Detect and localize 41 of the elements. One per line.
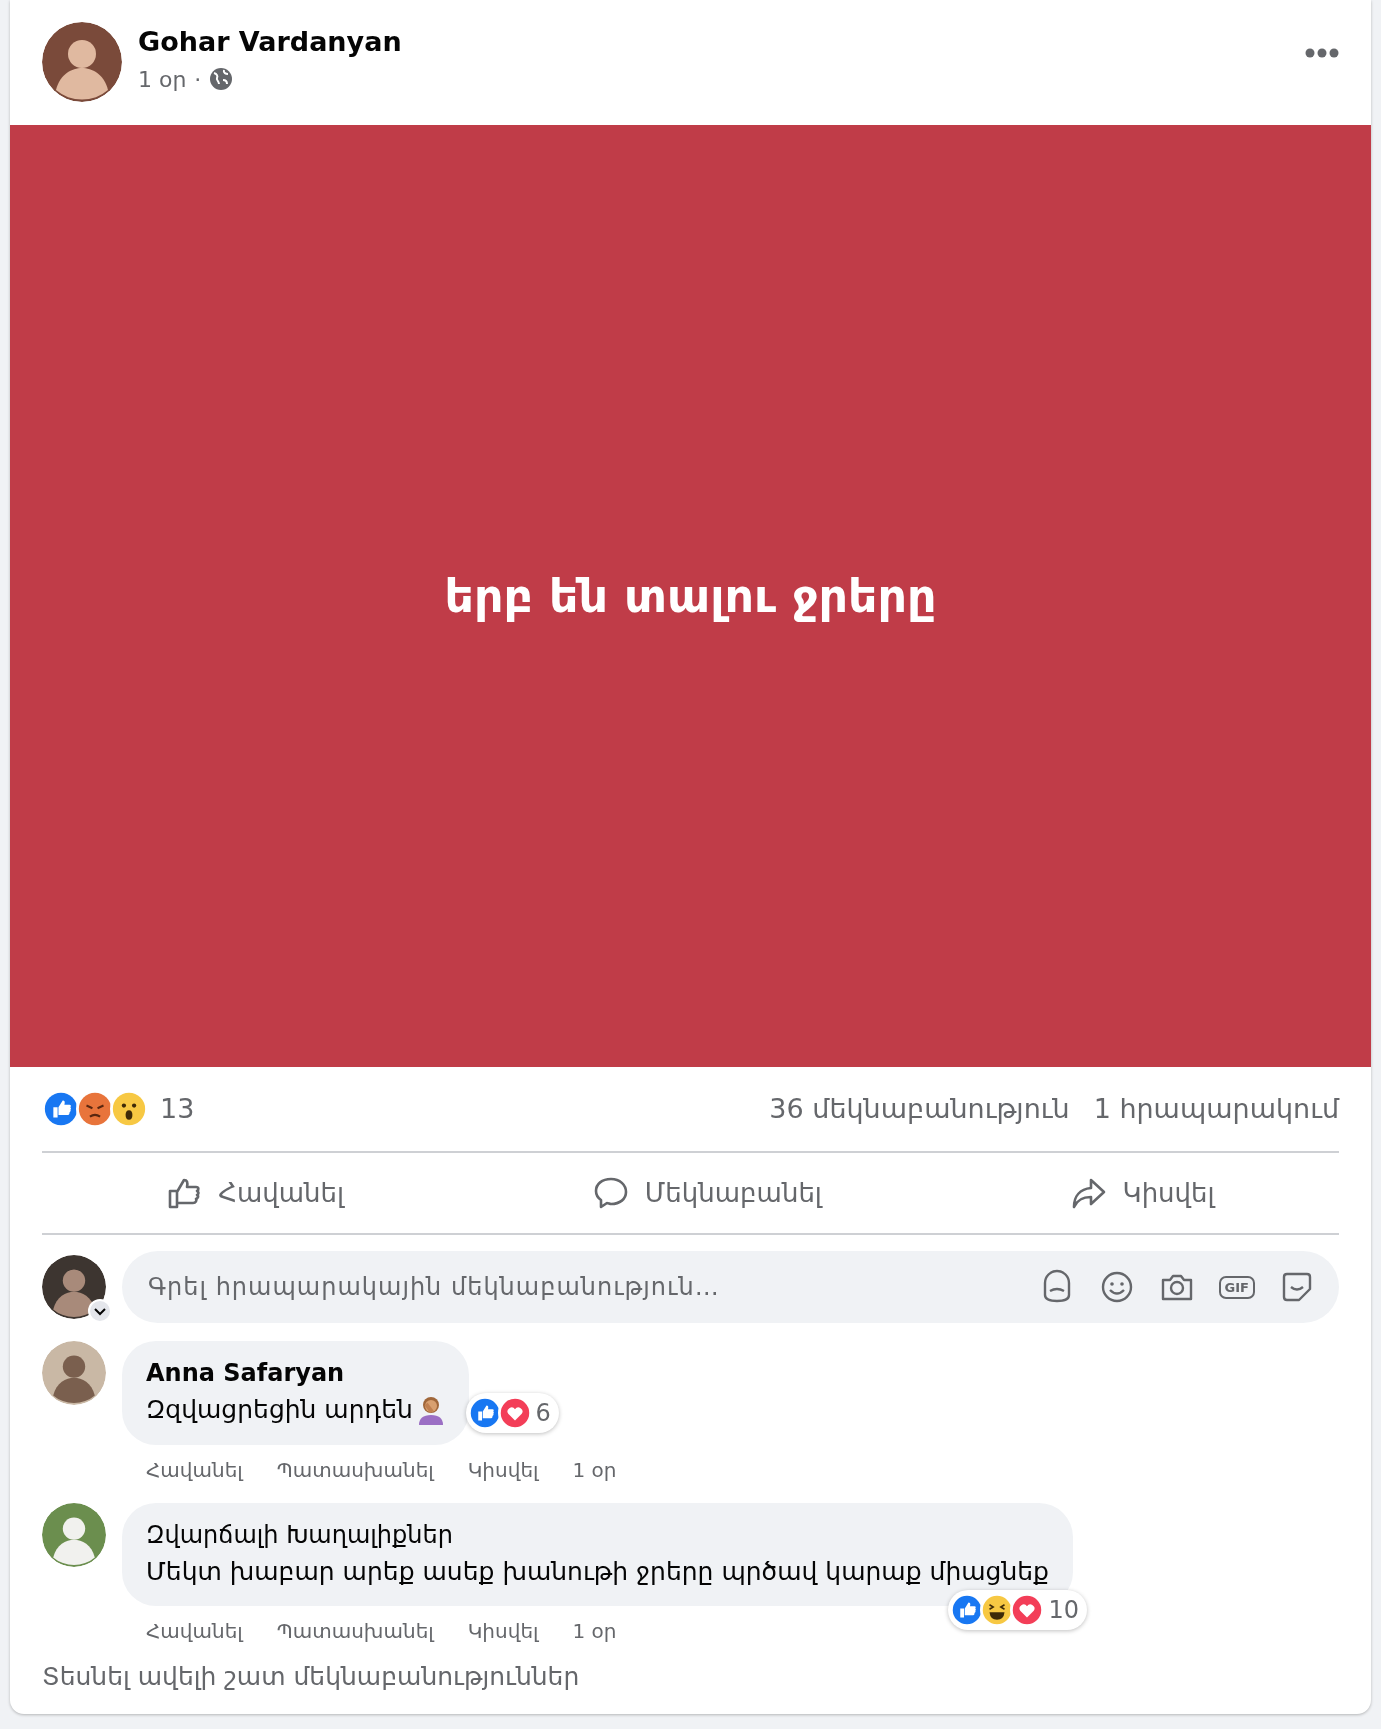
comment-action-link[interactable]: Պատասխանել xyxy=(276,1616,434,1646)
share-count[interactable]: 1 հրապարակում xyxy=(1093,1088,1339,1130)
comment-action-link[interactable]: Պատասխանել xyxy=(276,1454,434,1485)
dropdown-icon[interactable] xyxy=(88,1299,112,1323)
action-button[interactable]: Մեկնաբանել xyxy=(572,1165,842,1221)
author-name[interactable]: Gohar Vardanyan xyxy=(138,22,1289,63)
person-icon xyxy=(416,1394,445,1425)
view-more-comments-link[interactable]: Տեսնել ավելի շատ մեկնաբանություններ xyxy=(42,1646,580,1706)
separator-dot: · xyxy=(194,65,202,94)
action-button[interactable]: Կիսվել xyxy=(1050,1165,1235,1221)
post-time[interactable]: 1 օր xyxy=(138,62,187,96)
comment-input-field[interactable]: Գրել հրապարակային մեկնաբանություն… GIF xyxy=(122,1251,1339,1323)
comment-time[interactable]: 1 օր xyxy=(572,1454,617,1485)
surprised-face-icon xyxy=(110,1090,148,1128)
reaction-count[interactable]: 13 xyxy=(160,1088,195,1130)
comment-author[interactable]: Anna Safaryan xyxy=(146,1355,445,1391)
post-text: երբ են տալու ջրերը xyxy=(444,567,937,625)
comment-action-link[interactable]: Կիսվել xyxy=(467,1454,539,1485)
comment-author[interactable]: Զվարճալի Խաղալիքներ xyxy=(146,1516,1049,1553)
reaction-count[interactable]: 6 xyxy=(535,1394,551,1431)
speech-bubble-icon xyxy=(592,1175,629,1211)
comment-time[interactable]: 1 օր xyxy=(572,1616,617,1646)
comment-action-link[interactable]: Հավանել xyxy=(146,1616,243,1646)
avatar-icon xyxy=(42,1502,106,1567)
gif-button[interactable]: GIF xyxy=(1218,1275,1255,1299)
comment-count[interactable]: 36 մեկնաբանություն xyxy=(769,1088,1070,1130)
action-button[interactable]: Հավանել xyxy=(146,1165,365,1221)
reaction-count[interactable]: 10 xyxy=(1048,1592,1079,1628)
comment-text: Մեկտ խաբար արեք ասեք խանութի ջրերը պրծավ կարաք միացնեք xyxy=(146,1555,1049,1588)
angry-face-icon xyxy=(76,1090,114,1128)
globe-icon xyxy=(209,67,234,91)
avatar-icon xyxy=(42,1341,106,1405)
comment-action-link[interactable]: Հավանել xyxy=(146,1454,243,1485)
like-icon xyxy=(42,1090,80,1128)
avatar-icon xyxy=(42,1255,106,1319)
avatar-icon xyxy=(42,22,122,102)
more-options-icon[interactable] xyxy=(1305,48,1339,58)
comment-text: Զզվացրեցին արդեն xyxy=(146,1394,413,1426)
heart-icon xyxy=(1010,1593,1045,1627)
comment-action-link[interactable]: Կիսվել xyxy=(467,1616,539,1646)
heart-icon xyxy=(497,1395,532,1430)
